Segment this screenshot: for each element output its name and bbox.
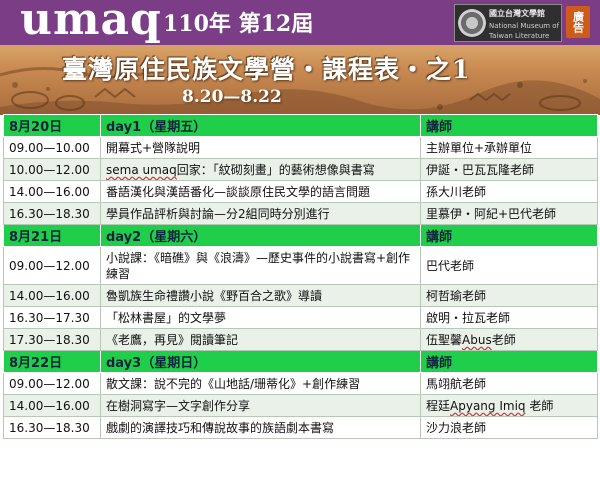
session-lecturer: 伊誕・巴瓦瓦隆老師 — [420, 158, 598, 181]
ad-badge: 廣告 — [566, 6, 590, 38]
lecturer-highlight-name: Abus — [462, 333, 492, 347]
title-highlight-term: sema umaq — [106, 163, 177, 177]
session-title: 小說課：《暗礁》與《浪濤》—歷史事件的小說書寫+創作練習 — [100, 246, 421, 285]
logo-text-line2: National Museum of — [489, 22, 560, 30]
day-date: 8月20日 — [3, 114, 101, 137]
session-title: 開幕式+營隊說明 — [100, 136, 421, 159]
session-title: 番語漢化與漢語番化—談談原住民文學的語言問題 — [100, 180, 421, 203]
session-title: 散文課：說不完的《山地話/珊蒂化》+創作練習 — [100, 372, 421, 395]
session-time: 09.00—10.00 — [3, 136, 101, 159]
lecturer-suffix: 老師 — [491, 333, 516, 347]
logo-text-line1: 國立台灣文學館 — [489, 9, 545, 18]
session-lecturer: 主辦單位+承辦單位 — [420, 136, 598, 159]
day-header-row: 8月22日 day3（星期日） 講師 — [3, 350, 598, 373]
day-label: day2（星期六） — [100, 224, 421, 247]
session-time: 10.00—12.00 — [3, 158, 101, 181]
session-title: 學員作品評析與討論—分2組同時分別進行 — [100, 202, 421, 225]
session-time: 17.30—18.30 — [3, 328, 101, 351]
table-row: 14.00—16.00 番語漢化與漢語番化—談談原住民文學的語言問題 孫大川老師 — [3, 180, 598, 203]
camp-title: 臺灣原住民族文學營・課程表・之1 — [62, 55, 471, 84]
table-row: 14.00—16.00 魯凱族生命禮讚小說《野百合之歌》導讀 柯哲瑜老師 — [3, 284, 598, 307]
camp-dates: 8.20—8.22 — [182, 87, 282, 107]
session-title: 《老鷹，再見》閱讀筆記 — [100, 328, 421, 351]
table-row: 14.00—16.00 在樹洞寫字—文字創作分享 程廷Apyang Imiq 老… — [3, 394, 598, 417]
table-row: 09.00—12.00 散文課：說不完的《山地話/珊蒂化》+創作練習 馬翊航老師 — [3, 372, 598, 395]
session-lecturer: 巴代老師 — [420, 246, 598, 285]
day-header-row: 8月20日 day1（星期五） 講師 — [3, 114, 598, 137]
table-row: 09.00—10.00 開幕式+營隊說明 主辦單位+承辦單位 — [3, 136, 598, 159]
lecturer-highlight-name: Apyang Imiq — [450, 399, 526, 413]
lecturer-column-header: 講師 — [420, 224, 598, 247]
table-row: 17.30—18.30 《老鷹，再見》閱讀筆記 伍聖馨Abus老師 — [3, 328, 598, 351]
table-row: 09.00—12.00 小說課：《暗礁》與《浪濤》—歷史事件的小說書寫+創作練習… — [3, 246, 598, 285]
session-title: sema umaq回家：「紋砌刻畫」的藝術想像與書寫 — [100, 158, 421, 181]
table-row: 16.30—17.30 「松林書屋」的文學夢 啟明・拉瓦老師 — [3, 306, 598, 329]
table-row: 16.30—18.30 學員作品評析與討論—分2組同時分別進行 里慕伊・阿紀+巴… — [3, 202, 598, 225]
lecturer-name: 程廷 — [426, 399, 451, 413]
course-schedule-table: 8月20日 day1（星期五） 講師 09.00—10.00 開幕式+營隊說明 … — [3, 114, 598, 439]
session-lecturer: 程廷Apyang Imiq 老師 — [420, 394, 598, 417]
session-time: 14.00—16.00 — [3, 394, 101, 417]
title-text: 回家：「紋砌刻畫」的藝術想像與書寫 — [176, 163, 375, 177]
table-row: 16.30—18.30 戲劇的演譯技巧和傳說故事的族語劇本書寫 沙力浪老師 — [3, 416, 598, 439]
table-row: 10.00—12.00 sema umaq回家：「紋砌刻畫」的藝術想像與書寫 伊… — [3, 158, 598, 181]
session-lecturer: 啟明・拉瓦老師 — [420, 306, 598, 329]
lecturer-column-header: 講師 — [420, 114, 598, 137]
session-time: 16.30—18.30 — [3, 202, 101, 225]
session-title: 在樹洞寫字—文字創作分享 — [100, 394, 421, 417]
session-title: 戲劇的演譯技巧和傳說故事的族語劇本書寫 — [100, 416, 421, 439]
session-lecturer: 里慕伊・阿紀+巴代老師 — [420, 202, 598, 225]
museum-seal-icon — [458, 9, 486, 37]
logo-text-line3: Taiwan Literature — [489, 32, 550, 40]
lecturer-name: 伍聖馨 — [426, 333, 463, 347]
session-lecturer: 沙力浪老師 — [420, 416, 598, 439]
session-time: 16.30—17.30 — [3, 306, 101, 329]
session-time: 09.00—12.00 — [3, 372, 101, 395]
brand-logo-text: umaq — [20, 0, 162, 45]
lecturer-column-header: 講師 — [420, 350, 598, 373]
session-time: 14.00—16.00 — [3, 180, 101, 203]
session-time: 09.00—12.00 — [3, 246, 101, 285]
header-banner: umaq 110年 第12屆 國立台灣文學館 National Museum o… — [0, 0, 600, 115]
session-lecturer: 孫大川老師 — [420, 180, 598, 203]
day-date: 8月21日 — [3, 224, 101, 247]
session-lecturer: 馬翊航老師 — [420, 372, 598, 395]
day-label: day1（星期五） — [100, 114, 421, 137]
session-time: 16.30—18.30 — [3, 416, 101, 439]
lecturer-suffix: 老師 — [525, 399, 554, 413]
museum-logo: 國立台灣文學館 National Museum of Taiwan Litera… — [454, 4, 562, 42]
session-lecturer: 柯哲瑜老師 — [420, 284, 598, 307]
session-lecturer: 伍聖馨Abus老師 — [420, 328, 598, 351]
session-title: 「松林書屋」的文學夢 — [100, 306, 421, 329]
session-time: 14.00—16.00 — [3, 284, 101, 307]
edition-label: 110年 第12屆 — [163, 11, 314, 37]
day-label: day3（星期日） — [100, 350, 421, 373]
day-header-row: 8月21日 day2（星期六） 講師 — [3, 224, 598, 247]
session-title: 魯凱族生命禮讚小說《野百合之歌》導讀 — [100, 284, 421, 307]
day-date: 8月22日 — [3, 350, 101, 373]
